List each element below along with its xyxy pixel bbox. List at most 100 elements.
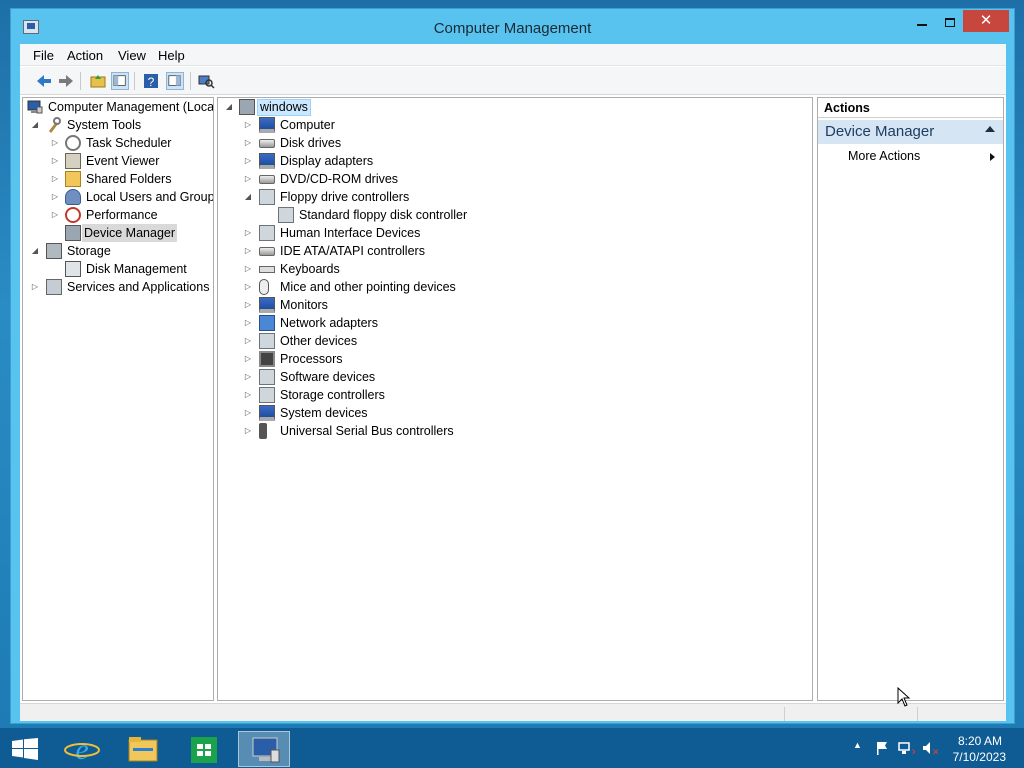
minimize-icon xyxy=(917,24,927,27)
store-icon xyxy=(191,737,217,763)
computer-management-icon xyxy=(252,737,280,763)
mouse-cursor-icon xyxy=(897,687,911,707)
device-category-label: Processors xyxy=(280,352,343,366)
more-actions-item[interactable]: More Actions xyxy=(848,149,920,163)
storage-icon xyxy=(46,243,62,259)
maximize-button[interactable] xyxy=(937,10,963,32)
taskbar: e ▲ ✕ ✕ 8:20 AM 7/10/2023 xyxy=(0,728,1024,768)
expand-arrow-icon[interactable]: ▷ xyxy=(243,224,253,242)
device-category-label: Computer xyxy=(280,118,335,132)
show-hide-console-tree-icon[interactable] xyxy=(111,72,129,90)
computer-management-icon xyxy=(27,100,43,114)
collapse-caret-icon[interactable] xyxy=(985,126,995,132)
expand-arrow-icon[interactable]: ▷ xyxy=(243,422,253,440)
expand-arrow-icon[interactable]: ▷ xyxy=(50,134,60,152)
internet-explorer-icon: e xyxy=(64,733,100,766)
expand-arrow-icon[interactable]: ▷ xyxy=(243,152,253,170)
menu-file[interactable]: File xyxy=(33,48,54,63)
device-category-label: Floppy drive controllers xyxy=(280,190,410,204)
device-category-label: Keyboards xyxy=(280,262,340,276)
expand-arrow-icon[interactable]: ▷ xyxy=(243,386,253,404)
monitor-icon xyxy=(259,297,275,313)
actions-header: Actions xyxy=(818,98,1003,118)
toolbar: ? xyxy=(20,67,1006,95)
title-bar[interactable]: Computer Management ✕ xyxy=(11,9,1014,45)
close-icon: ✕ xyxy=(979,12,993,29)
expand-arrow-icon[interactable]: ▷ xyxy=(30,278,40,296)
expand-arrow-icon[interactable]: ▷ xyxy=(50,188,60,206)
device-category-label: DVD/CD-ROM drives xyxy=(280,172,399,186)
collapse-arrow-icon[interactable]: ◢ xyxy=(30,116,40,134)
expand-arrow-icon[interactable]: ▷ xyxy=(50,206,60,224)
clock-date[interactable]: 7/10/2023 xyxy=(944,750,1006,764)
clock-time[interactable]: 8:20 AM xyxy=(950,734,1002,748)
event-viewer-icon xyxy=(65,153,81,169)
expand-arrow-icon[interactable]: ▷ xyxy=(243,170,253,188)
taskbar-store[interactable] xyxy=(178,731,230,767)
svg-text:e: e xyxy=(75,733,88,766)
expand-arrow-icon[interactable]: ▷ xyxy=(243,332,253,350)
up-folder-icon[interactable] xyxy=(89,72,107,90)
collapse-arrow-icon[interactable]: ◢ xyxy=(243,188,253,206)
toolbar-separator xyxy=(190,72,191,90)
windows-logo-icon xyxy=(12,738,38,760)
system-tools-icon xyxy=(49,117,61,133)
show-hide-action-pane-icon[interactable] xyxy=(166,72,184,90)
device-manager-icon xyxy=(65,225,81,241)
minimize-button[interactable] xyxy=(909,10,935,32)
device-tree-pane[interactable]: ◢ windows ▷ Computer ▷ Disk drives ▷ Display … xyxy=(217,97,813,701)
console-tree-pane[interactable]: Computer Management (Local ◢ System Tool… xyxy=(22,97,214,701)
expand-arrow-icon[interactable]: ▷ xyxy=(243,278,253,296)
other-devices-icon xyxy=(259,333,275,349)
disk-drive-icon xyxy=(259,139,275,148)
help-icon[interactable]: ? xyxy=(142,72,160,90)
close-button[interactable]: ✕ xyxy=(963,10,1009,32)
volume-muted-icon[interactable]: ✕ xyxy=(921,740,939,756)
device-category-label: Mice and other pointing devices xyxy=(280,280,456,294)
taskbar-computer-management[interactable] xyxy=(238,731,290,767)
start-button[interactable] xyxy=(12,738,38,760)
device-category-label: Other devices xyxy=(280,334,358,348)
keyboard-icon xyxy=(259,266,275,273)
device-category-label: Monitors xyxy=(280,298,328,312)
collapse-arrow-icon[interactable]: ◢ xyxy=(224,98,234,116)
hid-icon xyxy=(259,225,275,241)
back-arrow-icon[interactable] xyxy=(35,72,53,90)
toolbar-separator xyxy=(80,72,81,90)
expand-arrow-icon[interactable]: ▷ xyxy=(243,260,253,278)
clock-icon xyxy=(65,135,81,151)
window-title: Computer Management xyxy=(433,20,592,37)
client-area: File Action View Help ? Computer Managem… xyxy=(20,44,1006,721)
menu-view[interactable]: View xyxy=(118,48,146,63)
collapse-arrow-icon[interactable]: ◢ xyxy=(30,242,40,260)
usb-icon xyxy=(259,423,267,439)
action-center-flag-icon[interactable] xyxy=(874,740,890,756)
expand-arrow-icon[interactable]: ▷ xyxy=(243,116,253,134)
expand-arrow-icon[interactable]: ▷ xyxy=(243,368,253,386)
file-explorer-icon xyxy=(128,737,158,762)
actions-section-device-manager[interactable]: Device Manager xyxy=(818,120,1003,144)
expand-arrow-icon[interactable]: ▷ xyxy=(243,350,253,368)
expand-arrow-icon[interactable]: ▷ xyxy=(243,134,253,152)
expand-arrow-icon[interactable]: ▷ xyxy=(243,404,253,422)
expand-arrow-icon[interactable]: ▷ xyxy=(50,152,60,170)
taskbar-internet-explorer[interactable]: e xyxy=(56,731,108,767)
network-icon[interactable]: ✕ xyxy=(897,740,915,756)
status-separator xyxy=(917,707,918,721)
menu-action[interactable]: Action xyxy=(67,48,103,63)
storage-controller-icon xyxy=(259,387,275,403)
system-devices-icon xyxy=(259,405,275,421)
services-icon xyxy=(46,279,62,295)
expand-arrow-icon[interactable]: ▷ xyxy=(50,170,60,188)
scan-hardware-icon[interactable] xyxy=(197,72,215,90)
menu-help[interactable]: Help xyxy=(158,48,185,63)
show-hidden-icons-icon[interactable]: ▲ xyxy=(853,740,862,750)
forward-arrow-icon[interactable] xyxy=(57,72,75,90)
expand-arrow-icon[interactable]: ▷ xyxy=(243,296,253,314)
computer-management-window: Computer Management ✕ File Action View H… xyxy=(10,8,1015,724)
taskbar-file-explorer[interactable] xyxy=(117,731,169,767)
tree-item-computer-management[interactable]: Computer Management (Local xyxy=(23,98,213,116)
disk-icon xyxy=(65,261,81,277)
expand-arrow-icon[interactable]: ▷ xyxy=(243,242,253,260)
expand-arrow-icon[interactable]: ▷ xyxy=(243,314,253,332)
